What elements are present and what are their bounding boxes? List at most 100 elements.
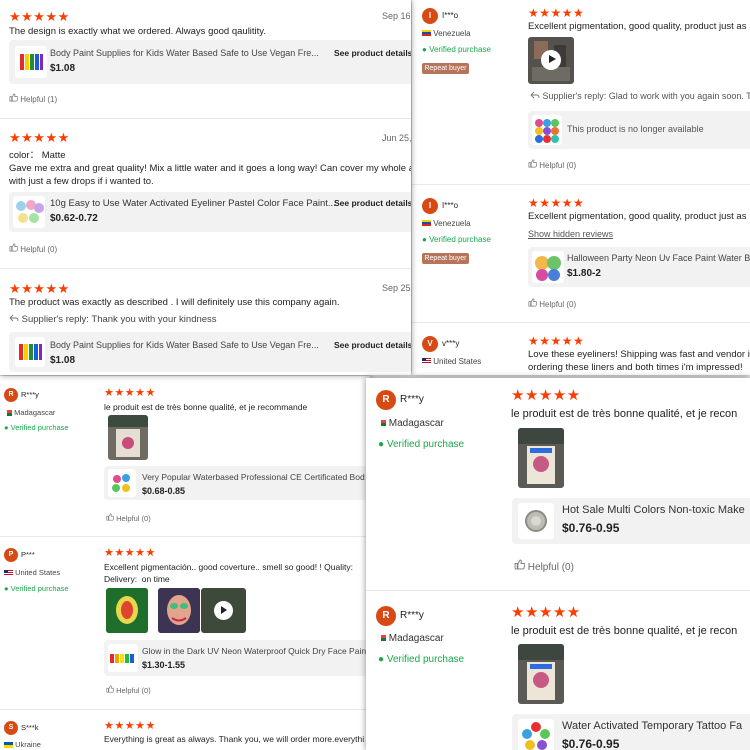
product-card[interactable]: Very Popular Waterbased Professional CE …: [104, 466, 370, 500]
verified-label: Verified purchase: [429, 235, 491, 244]
reviewer-name: P***: [21, 550, 35, 559]
divider: [0, 118, 411, 119]
review-text: le produit est de très bonne qualité, et…: [511, 625, 738, 637]
divider: [412, 322, 750, 323]
check-circle-icon: ●: [378, 439, 385, 450]
supplier-reply: Supplier's reply: Thank you with your ki…: [9, 314, 217, 325]
helpful-label: Helpful (0): [116, 686, 151, 695]
venezuela-flag-icon: [422, 29, 431, 38]
product-thumbnail: [532, 251, 564, 283]
check-circle-icon: ●: [378, 654, 385, 665]
review-photo[interactable]: [106, 588, 148, 633]
play-triangle: [221, 606, 228, 615]
see-product-details-link[interactable]: See product details: [334, 48, 411, 58]
helpful-button[interactable]: Helpful (0): [528, 298, 576, 309]
avatar: R: [376, 390, 396, 410]
rating-stars: ★★★★★: [528, 196, 585, 210]
product-card[interactable]: Water Activated Temporary Tattoo Fa $0.7…: [512, 714, 750, 750]
product-price: $0.76-0.95: [562, 737, 620, 750]
product-card[interactable]: 10g Easy to Use Water Activated Eyeliner…: [9, 192, 411, 232]
verified-label: Verified purchase: [429, 45, 491, 54]
rating-stars: ★★★★★: [104, 547, 156, 559]
review-panel-1: ★★★★★ Sep 16, The design is exactly what…: [0, 0, 411, 375]
product-title: Halloween Party Neon Uv Face Paint Water…: [567, 253, 750, 263]
product-card[interactable]: Hot Sale Multi Colors Non-toxic Make $0.…: [512, 498, 750, 544]
avatar: I: [422, 198, 438, 214]
review-panel-2: I I***o Venezuela ● Verified purchase Re…: [412, 0, 750, 375]
helpful-label: Helpful (1): [20, 95, 58, 104]
rating-stars: ★★★★★: [104, 387, 156, 399]
see-product-details-link[interactable]: See product details: [334, 340, 411, 350]
reply-arrow-icon: [530, 91, 540, 101]
helpful-button[interactable]: Helpful (0): [106, 513, 151, 523]
verified-label: Verified purchase: [386, 439, 465, 450]
product-thumbnail: [15, 337, 45, 367]
thumbs-up-icon: [528, 159, 538, 170]
product-title: Very Popular Waterbased Professional CE …: [142, 472, 365, 482]
divider: [366, 590, 750, 591]
check-circle-icon: ●: [4, 584, 9, 593]
rating-stars: ★★★★★: [528, 334, 585, 348]
helpful-button[interactable]: Helpful (0): [106, 685, 151, 695]
madagascar-flag-icon: [377, 633, 386, 644]
review-panel-3: R R***y Madagascar ● Verified purchase ★…: [0, 376, 370, 750]
see-product-details-link[interactable]: See product details: [334, 198, 411, 208]
reviewer-name: I***o: [442, 11, 459, 20]
product-card[interactable]: Glow in the Dark UV Neon Waterproof Quic…: [104, 640, 370, 676]
supplier-reply-text: Supplier's reply: Glad to work with you …: [542, 91, 750, 101]
divider: [412, 184, 750, 185]
review-text: The product was exactly as described . I…: [9, 297, 340, 308]
check-circle-icon: ●: [4, 423, 9, 432]
reviewer-country: Ukraine: [4, 740, 41, 750]
review-text: The design is exactly what we ordered. A…: [9, 26, 266, 37]
madagascar-flag-icon: [3, 409, 12, 418]
review-text: Excellent pigmentation, good quality, pr…: [528, 21, 750, 32]
review-photo[interactable]: [518, 428, 564, 488]
product-title: Body Paint Supplies for Kids Water Based…: [50, 340, 319, 350]
helpful-button[interactable]: Helpful (0): [528, 159, 576, 170]
product-card[interactable]: Halloween Party Neon Uv Face Paint Water…: [528, 247, 750, 287]
thumbs-up-icon: [514, 559, 526, 573]
product-price: $1.08: [50, 355, 76, 366]
review-photo[interactable]: [158, 588, 200, 633]
unavailable-label: This product is no longer available: [567, 124, 704, 134]
reviewer-name: v***y: [442, 339, 460, 348]
helpful-button[interactable]: Helpful (0): [514, 559, 574, 573]
review-photo[interactable]: [518, 644, 564, 704]
avatar: V: [422, 336, 438, 352]
supplier-reply: Supplier's reply: Glad to work with you …: [530, 91, 750, 101]
product-title: Water Activated Temporary Tattoo Fa: [562, 720, 743, 732]
helpful-label: Helpful (0): [20, 245, 58, 254]
product-price: $1.08: [50, 63, 76, 74]
review-photo[interactable]: [108, 415, 148, 460]
product-card[interactable]: Body Paint Supplies for Kids Water Based…: [9, 40, 411, 84]
play-triangle: [548, 55, 556, 64]
divider: [0, 709, 370, 710]
product-price: $1.80-2: [567, 268, 601, 279]
thumbs-up-icon: [106, 685, 115, 695]
review-video-thumbnail[interactable]: [528, 37, 574, 84]
product-thumbnail: [108, 644, 138, 672]
show-hidden-reviews-link[interactable]: Show hidden reviews: [528, 229, 613, 239]
country-label: Madagascar: [14, 408, 56, 417]
product-thumbnail: [532, 115, 562, 145]
reviewer-country: United States: [4, 568, 60, 578]
avatar: P: [4, 548, 18, 562]
product-thumbnail: [518, 503, 554, 539]
review-text: Everything is great as always. Thank you…: [104, 734, 365, 744]
review-date: Jun 25,: [382, 133, 411, 143]
play-icon[interactable]: [214, 601, 233, 620]
review-text-continued: with just a few drops if i wanted to.: [9, 176, 154, 187]
product-title: Glow in the Dark UV Neon Waterproof Quic…: [142, 646, 367, 656]
divider: [0, 536, 370, 537]
helpful-button[interactable]: Helpful (1): [9, 93, 57, 104]
helpful-button[interactable]: Helpful (0): [9, 243, 57, 254]
play-icon[interactable]: [541, 50, 561, 70]
review-video-thumbnail[interactable]: [201, 588, 246, 633]
product-card[interactable]: Body Paint Supplies for Kids Water Based…: [9, 332, 411, 372]
reviewer-country: Madagascar: [377, 418, 444, 429]
verified-label: Verified purchase: [10, 423, 69, 432]
reviewer-name: R***y: [400, 610, 424, 621]
rating-stars: ★★★★★: [511, 387, 581, 404]
product-thumbnail: [13, 196, 45, 228]
